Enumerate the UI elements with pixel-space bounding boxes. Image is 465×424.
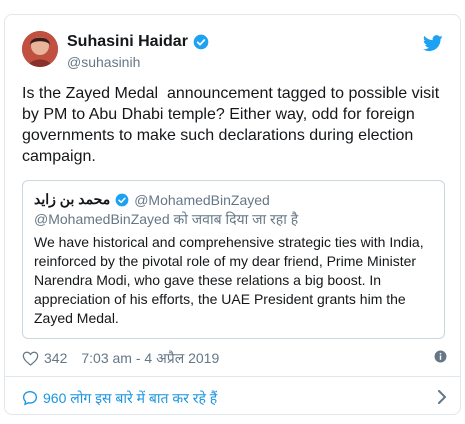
verified-badge-icon [193, 34, 209, 50]
reply-context: @MohamedBinZayed को जवाब दिया जा रहा है [34, 211, 299, 227]
info-icon[interactable] [434, 350, 447, 363]
heart-icon[interactable] [22, 351, 39, 366]
quoted-tweet[interactable]: محمد بن زايد @MohamedBinZayed @MohamedBi… [22, 180, 445, 339]
twitter-bird-icon[interactable] [423, 35, 443, 52]
verified-badge-icon [115, 193, 129, 206]
quoted-author-handle[interactable]: @MohamedBinZayed [134, 192, 270, 208]
tweet-card: Suhasini Haidar @suhasinih Is the Zayed … [4, 14, 461, 415]
divider [5, 376, 460, 377]
replies-label[interactable]: 960 लोग इस बारे में बात कर रहे हैं [43, 389, 217, 408]
author-name-text[interactable]: Suhasini Haidar [67, 33, 188, 51]
avatar[interactable] [22, 31, 58, 67]
quoted-author-name[interactable]: محمد بن زايد [34, 191, 110, 208]
replies-link[interactable]: 960 लोग इस बारे में बात कर रहे हैं [22, 387, 447, 409]
quoted-tweet-text: We have historical and comprehensive str… [34, 234, 424, 326]
tweet-timestamp[interactable]: 7:03 am - 4 अप्रैल 2019 [81, 349, 219, 368]
quoted-tweet-header: محمد بن زايد @MohamedBinZayed [34, 191, 270, 208]
author-name[interactable]: Suhasini Haidar [67, 33, 209, 51]
author-handle[interactable]: @suhasinih [67, 54, 140, 70]
chevron-right-icon[interactable] [437, 390, 447, 404]
tweet-text: Is the Zayed Medal announcement tagged t… [22, 85, 444, 165]
reply-bubble-icon [22, 390, 38, 406]
like-count: 342 [44, 350, 68, 366]
tweet-meta: 342 7:03 am - 4 अप्रैल 2019 [22, 348, 447, 368]
